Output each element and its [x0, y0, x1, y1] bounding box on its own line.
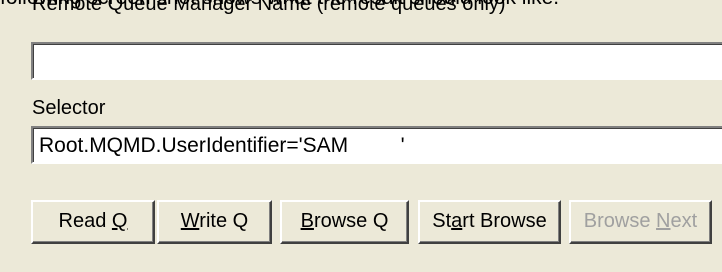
browse-next-label-post: ext — [670, 210, 698, 232]
read-q-label-pre: Read — [58, 210, 112, 232]
start-browse-label-pre: St — [432, 210, 452, 232]
browse-next-accelerator: N — [656, 210, 671, 232]
selector-label: Selector — [32, 97, 106, 119]
start-browse-accelerator: a — [451, 210, 463, 232]
read-q-accelerator: Q — [111, 210, 128, 232]
read-q-button[interactable]: Read Q — [31, 200, 155, 244]
overlay-caption-clip: following screen shot shows what the res… — [0, 0, 722, 9]
write-q-button[interactable]: Write Q — [157, 200, 272, 244]
browse-q-label-post: rowse Q — [313, 210, 389, 232]
overlay-caption: following screen shot shows what the res… — [0, 0, 559, 9]
start-browse-label-post: rt Browse — [462, 210, 547, 232]
browse-next-label-pre: Browse — [583, 210, 657, 232]
dialog-page: Remote Queue Manager Name (remote queues… — [0, 0, 722, 272]
start-browse-button[interactable]: Start Browse — [418, 200, 561, 244]
remote-queue-manager-field[interactable] — [31, 42, 722, 80]
browse-q-button[interactable]: Browse Q — [280, 200, 409, 244]
browse-next-button[interactable]: Browse Next — [569, 200, 712, 244]
write-q-label-post: rite Q — [199, 210, 249, 232]
browse-q-accelerator: B — [300, 210, 314, 232]
selector-field[interactable]: Root.MQMD.UserIdentifier='SAM ' — [31, 126, 722, 164]
write-q-accelerator: W — [180, 210, 200, 232]
